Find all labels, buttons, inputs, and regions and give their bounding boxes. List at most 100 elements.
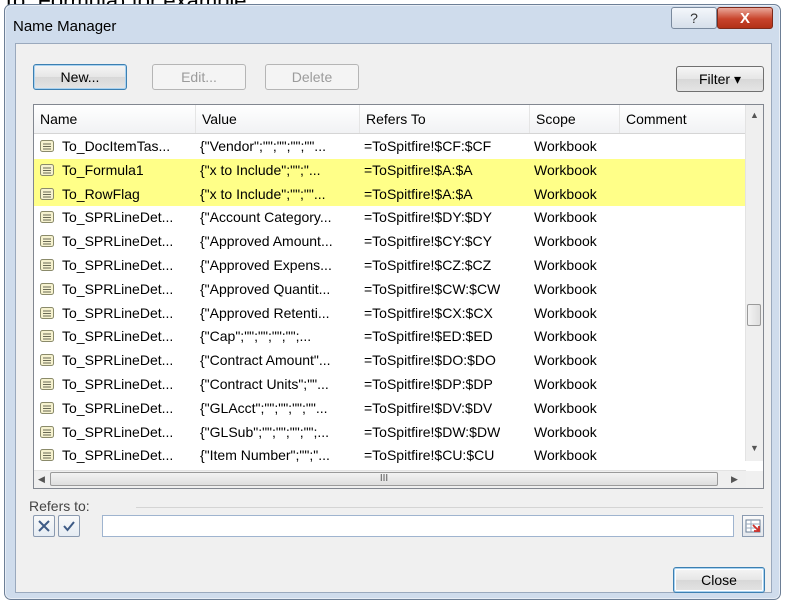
cell-name: To_SPRLineDet...: [62, 352, 174, 369]
cell-value: {"Approved Quantit...: [200, 280, 331, 297]
window-close-button[interactable]: X: [717, 7, 773, 29]
cell-refers-to: =ToSpitfire!$ED:$ED: [364, 328, 493, 345]
name-range-icon: [40, 354, 54, 367]
collapse-dialog-button[interactable]: [742, 515, 764, 537]
scroll-up-arrow-icon[interactable]: ▲: [750, 110, 759, 120]
cell-refers-to: =ToSpitfire!$CY:$CY: [364, 233, 493, 250]
table-row[interactable]: To_SPRLineDet... {"Approved Quantit... =To…: [34, 278, 746, 302]
table-row[interactable]: To_RowFlag {"x to Include";"";""... =ToSpi…: [34, 182, 746, 207]
horizontal-scrollbar[interactable]: ◀ III ▶: [34, 470, 746, 488]
table-row[interactable]: To_DocItemTas... {"Vendor";"";"";"";""...…: [34, 135, 746, 159]
scroll-right-arrow-icon[interactable]: ▶: [731, 474, 738, 485]
table-row[interactable]: To_SPRLineDet... {"Contract Units";""... =…: [34, 373, 746, 397]
refers-to-input[interactable]: [102, 515, 734, 537]
name-range-icon: [40, 258, 54, 271]
cell-scope: Workbook: [534, 185, 597, 202]
name-range-icon: [40, 330, 54, 343]
cell-refers-to: =ToSpitfire!$DO:$DO: [364, 352, 496, 369]
close-button-label: Close: [701, 572, 737, 588]
name-range-icon: [40, 306, 54, 319]
cell-value: {"Item Number";"";"...: [200, 447, 330, 464]
table-row[interactable]: To_SPRLineDet... {"Account Category... =To…: [34, 206, 746, 230]
cell-refers-to: =ToSpitfire!$A:$A: [364, 161, 473, 178]
cell-value: {"x to Include";"";"...: [200, 161, 321, 178]
vertical-scroll-thumb[interactable]: [747, 304, 761, 326]
name-range-icon: [40, 401, 54, 414]
cell-name: To_SPRLineDet...: [62, 280, 174, 297]
close-button[interactable]: Close: [673, 567, 765, 593]
cell-name: To_SPRLineDet...: [62, 256, 174, 273]
cell-scope: Workbook: [534, 256, 597, 273]
new-button[interactable]: New...: [33, 64, 127, 90]
cell-name: To_SPRLineDet...: [62, 375, 174, 392]
cell-refers-to: =ToSpitfire!$A:$A: [364, 185, 473, 202]
cell-refers-to: =ToSpitfire!$CW:$CW: [364, 280, 501, 297]
edit-button[interactable]: Edit...: [152, 64, 246, 90]
list-rows: To_DocItemTas... {"Vendor";"";"";"";""...…: [34, 135, 746, 468]
table-row[interactable]: To_SPRLineDet... {"Item Number";"";"... =T…: [34, 444, 746, 468]
column-header-name[interactable]: Name: [34, 105, 196, 133]
table-row[interactable]: To_SPRLineDet... {"GLAcct";"";"";"";""...…: [34, 397, 746, 421]
cancel-x-icon: [38, 520, 50, 532]
cell-scope: Workbook: [534, 375, 597, 392]
cell-name: To_SPRLineDet...: [62, 399, 174, 416]
cell-value: {"Approved Expens...: [200, 256, 332, 273]
dialog-title: Name Manager: [13, 18, 117, 35]
cell-value: {"Vendor";"";"";"";""...: [200, 138, 326, 154]
name-range-icon: [40, 211, 54, 224]
column-header-comment[interactable]: Comment: [620, 105, 746, 133]
cell-name: To_SPRLineDet...: [62, 447, 174, 464]
name-range-icon: [40, 449, 54, 462]
cell-value: {"Contract Units";""...: [200, 375, 329, 392]
filter-button[interactable]: Filter ▾: [676, 66, 764, 92]
refers-to-label: Refers to:: [29, 498, 90, 514]
column-header-scope[interactable]: Scope: [530, 105, 620, 133]
separator-line: [136, 507, 763, 508]
delete-button[interactable]: Delete: [265, 64, 359, 90]
title-bar[interactable]: Name Manager ? X: [5, 5, 780, 43]
table-row[interactable]: To_SPRLineDet... {"GLSub";"";"";"";"";...…: [34, 421, 746, 445]
cell-scope: Workbook: [534, 138, 597, 154]
vertical-scrollbar[interactable]: ▲ ▼: [745, 105, 763, 461]
table-row[interactable]: To_SPRLineDet... {"Approved Retenti... =To…: [34, 302, 746, 326]
table-row[interactable]: To_Formula1 {"x to Include";"";"... =ToSpi…: [34, 158, 746, 183]
cell-value: {"Approved Amount...: [200, 233, 333, 250]
cancel-edit-button[interactable]: [33, 515, 55, 537]
table-row[interactable]: To_SPRLineDet... {"Approved Amount... =ToS…: [34, 230, 746, 254]
column-header-value[interactable]: Value: [196, 105, 360, 133]
name-range-icon: [40, 187, 54, 200]
names-list[interactable]: Name Value Refers To Scope Comment To_Do…: [33, 104, 764, 489]
cell-scope: Workbook: [534, 399, 597, 416]
scroll-left-arrow-icon[interactable]: ◀: [38, 474, 45, 485]
table-row[interactable]: To_SPRLineDet... {"Contract Amount"... =To…: [34, 349, 746, 373]
cell-scope: Workbook: [534, 209, 597, 226]
cell-value: {"Contract Amount"...: [200, 352, 331, 369]
cell-scope: Workbook: [534, 447, 597, 464]
name-range-icon: [40, 140, 54, 152]
cell-value: {"x to Include";"";""...: [200, 185, 326, 202]
window-close-icon: X: [739, 9, 750, 27]
name-manager-dialog: Name Manager ? X New... Edit... Delete F…: [4, 4, 781, 600]
cell-refers-to: =ToSpitfire!$DW:$DW: [364, 423, 501, 440]
cell-name: To_SPRLineDet...: [62, 423, 174, 440]
help-button[interactable]: ?: [671, 7, 717, 29]
table-row[interactable]: To_SPRLineDet... {"Cap";"";"";"";"";... =T…: [34, 325, 746, 349]
list-header: Name Value Refers To Scope Comment: [34, 105, 746, 134]
cell-refers-to: =ToSpitfire!$CX:$CX: [364, 304, 493, 321]
cell-name: To_SPRLineDet...: [62, 328, 174, 345]
scroll-down-arrow-icon[interactable]: ▼: [750, 443, 759, 453]
confirm-check-icon: [63, 521, 75, 532]
cell-scope: Workbook: [534, 233, 597, 250]
name-range-icon: [40, 425, 54, 438]
cell-scope: Workbook: [534, 423, 597, 440]
horizontal-scroll-thumb[interactable]: III: [50, 472, 718, 486]
table-row[interactable]: To_SPRLineDet... {"Approved Expens... =ToS…: [34, 254, 746, 278]
edit-button-label: Edit...: [181, 69, 217, 85]
collapse-dialog-icon: [745, 519, 761, 533]
confirm-edit-button[interactable]: [58, 515, 80, 537]
new-button-label: New...: [60, 69, 100, 85]
cell-name: To_RowFlag: [62, 185, 140, 202]
cell-scope: Workbook: [534, 161, 597, 178]
column-header-refers-to[interactable]: Refers To: [360, 105, 530, 133]
help-icon: ?: [690, 10, 698, 26]
